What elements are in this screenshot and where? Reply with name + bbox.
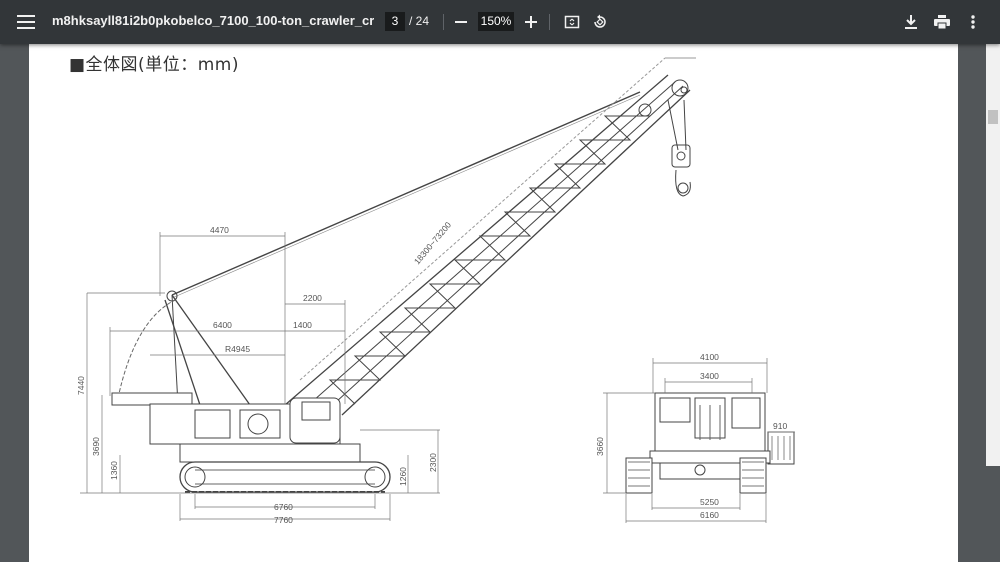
- dim-6760: 6760: [274, 502, 293, 512]
- pdf-toolbar: m8hksayll81i2b0pkobelco_7100_100-ton_cra…: [0, 0, 1000, 44]
- zoom-level-input[interactable]: [478, 12, 514, 31]
- dim-4470: 4470: [210, 225, 229, 235]
- minus-icon: [455, 21, 467, 23]
- dim-r4945: R4945: [225, 344, 250, 354]
- zoom-in-button[interactable]: [519, 10, 543, 34]
- page-number-input[interactable]: [385, 12, 405, 31]
- toolbar-divider: [443, 14, 444, 30]
- hamburger-menu-icon[interactable]: [14, 10, 38, 34]
- dim-5250: 5250: [700, 497, 719, 507]
- dim-3400: 3400: [700, 371, 719, 381]
- fit-to-page-icon: [564, 15, 580, 29]
- pdf-page: ■全体図(単位：mm) 4470 2200 6400 1400 R4945 18…: [29, 44, 958, 562]
- print-icon: [934, 15, 950, 29]
- vertical-scrollbar[interactable]: [986, 44, 1000, 466]
- dim-1360: 1360: [109, 461, 119, 480]
- more-vert-icon: [971, 15, 975, 29]
- dim-7440: 7440: [76, 376, 86, 395]
- pdf-viewer[interactable]: ■全体図(単位：mm) 4470 2200 6400 1400 R4945 18…: [0, 44, 1000, 562]
- dim-1400: 1400: [293, 320, 312, 330]
- dim-1260: 1260: [398, 467, 408, 486]
- crane-drawing: 4470 2200 6400 1400 R4945 18300~73200 74…: [76, 57, 795, 525]
- dim-7760: 7760: [274, 515, 293, 525]
- zoom-out-button[interactable]: [449, 10, 473, 34]
- fit-to-page-button[interactable]: [560, 10, 584, 34]
- plus-icon: [525, 16, 537, 28]
- toolbar-divider: [549, 14, 550, 30]
- dim-6400: 6400: [213, 320, 232, 330]
- dim-4100: 4100: [700, 352, 719, 362]
- download-icon: [905, 15, 917, 29]
- rotate-icon: [594, 14, 606, 28]
- document-title: m8hksayll81i2b0pkobelco_7100_100-ton_cra…: [52, 13, 374, 28]
- dim-boom-length: 18300~73200: [412, 220, 453, 267]
- print-button[interactable]: [930, 10, 954, 34]
- dim-3660: 3660: [595, 437, 605, 456]
- page-count: / 24: [409, 14, 430, 28]
- download-button[interactable]: [899, 10, 923, 34]
- dim-6160: 6160: [700, 510, 719, 520]
- dim-2200: 2200: [303, 293, 322, 303]
- rotate-button[interactable]: [588, 10, 612, 34]
- scrollbar-thumb[interactable]: [988, 110, 998, 124]
- dim-2300: 2300: [428, 453, 438, 472]
- dim-3690: 3690: [91, 437, 101, 456]
- more-options-button[interactable]: [961, 10, 985, 34]
- dim-910: 910: [773, 421, 787, 431]
